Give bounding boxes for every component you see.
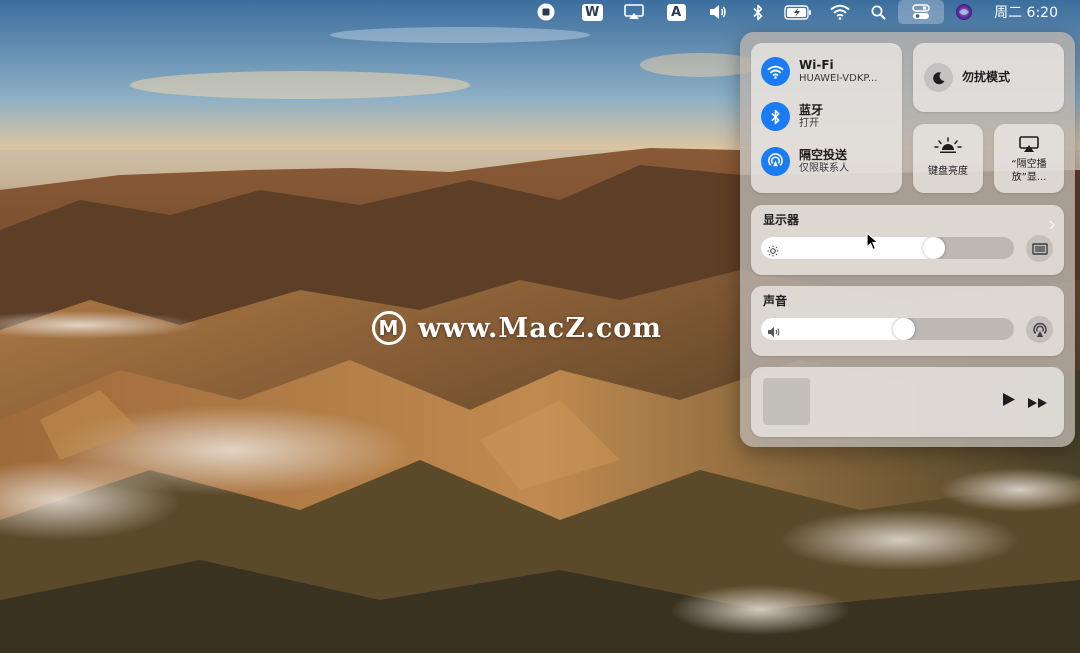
menu-bar-clock[interactable]: 周二 6:20: [982, 2, 1080, 22]
menu-bar: W A 周二 6:20: [0, 0, 1080, 24]
chevron-right-icon[interactable]: [1048, 215, 1056, 230]
airplay-display-icon[interactable]: [616, 0, 652, 24]
wps-icon[interactable]: W: [574, 0, 610, 24]
bluetooth-status: 打开: [799, 118, 819, 129]
stop-recording-icon[interactable]: [528, 0, 564, 24]
sun-icon: [767, 242, 779, 259]
screen-mirroring-icon: [1019, 136, 1039, 158]
input-method-label: A: [666, 3, 686, 21]
play-icon[interactable]: [1002, 392, 1016, 411]
keyboard-brightness-label: 键盘亮度: [928, 166, 968, 177]
display-brightness-knob[interactable]: [923, 237, 945, 259]
bluetooth-icon[interactable]: [740, 0, 776, 24]
display-brightness-slider[interactable]: [761, 237, 1014, 259]
control-center-panel: Wi-Fi HUAWEI-VDKP... 蓝牙 打开 隔空投送 仅限联系人 勿扰…: [740, 32, 1075, 447]
speaker-icon: [767, 323, 781, 340]
screen-mirroring-label-line2: 放”显...: [1011, 172, 1047, 183]
volume-slider[interactable]: [761, 318, 1014, 340]
control-center-icon[interactable]: [898, 0, 945, 24]
fast-forward-icon[interactable]: [1027, 394, 1049, 413]
focus-tile[interactable]: 勿扰模式: [913, 43, 1064, 112]
airdrop-toggle[interactable]: 隔空投送 仅限联系人: [761, 147, 849, 176]
mouse-cursor: [866, 231, 880, 256]
network-tile: Wi-Fi HUAWEI-VDKP... 蓝牙 打开 隔空投送 仅限联系人: [751, 43, 902, 193]
battery-icon[interactable]: [780, 0, 816, 24]
sound-title: 声音: [763, 294, 788, 308]
moon-icon: [924, 63, 953, 92]
watermark-text: www.MacZ.com: [418, 312, 662, 344]
display-title: 显示器: [763, 213, 800, 227]
airdrop-status: 仅限联系人: [799, 163, 849, 174]
input-method-icon[interactable]: A: [658, 0, 694, 24]
display-icon[interactable]: [1026, 235, 1053, 262]
bluetooth-title: 蓝牙: [799, 103, 824, 117]
wifi-icon[interactable]: [761, 57, 790, 86]
sound-tile: 声音: [751, 286, 1064, 356]
wifi-toggle[interactable]: Wi-Fi HUAWEI-VDKP...: [761, 57, 877, 86]
volume-knob[interactable]: [893, 318, 915, 340]
spotlight-search-icon[interactable]: [860, 0, 896, 24]
watermark: M www.MacZ.com: [372, 308, 662, 348]
focus-label: 勿扰模式: [962, 70, 1011, 84]
airdrop-icon[interactable]: [761, 147, 790, 176]
bluetooth-icon[interactable]: [761, 102, 790, 131]
now-playing-tile: [751, 367, 1064, 437]
display-tile: 显示器: [751, 205, 1064, 275]
macz-logo: M: [372, 311, 406, 345]
album-artwork-placeholder: [763, 378, 810, 425]
keyboard-brightness-icon: [932, 136, 964, 158]
keyboard-brightness-tile[interactable]: 键盘亮度: [913, 124, 983, 193]
volume-fill: [761, 318, 904, 340]
wifi-title: Wi-Fi: [799, 58, 834, 72]
volume-icon[interactable]: [700, 0, 736, 24]
airplay-audio-icon[interactable]: [1026, 316, 1053, 343]
airdrop-title: 隔空投送: [799, 148, 848, 162]
wps-label: W: [581, 3, 603, 21]
siri-icon[interactable]: [946, 0, 982, 24]
wifi-icon[interactable]: [822, 0, 858, 24]
wifi-network-name: HUAWEI-VDKP...: [799, 73, 878, 84]
bluetooth-toggle[interactable]: 蓝牙 打开: [761, 102, 823, 131]
screen-mirroring-label-line1: “隔空播: [1011, 159, 1047, 170]
screen-mirroring-tile[interactable]: “隔空播 放”显...: [994, 124, 1064, 193]
display-brightness-fill: [761, 237, 934, 259]
